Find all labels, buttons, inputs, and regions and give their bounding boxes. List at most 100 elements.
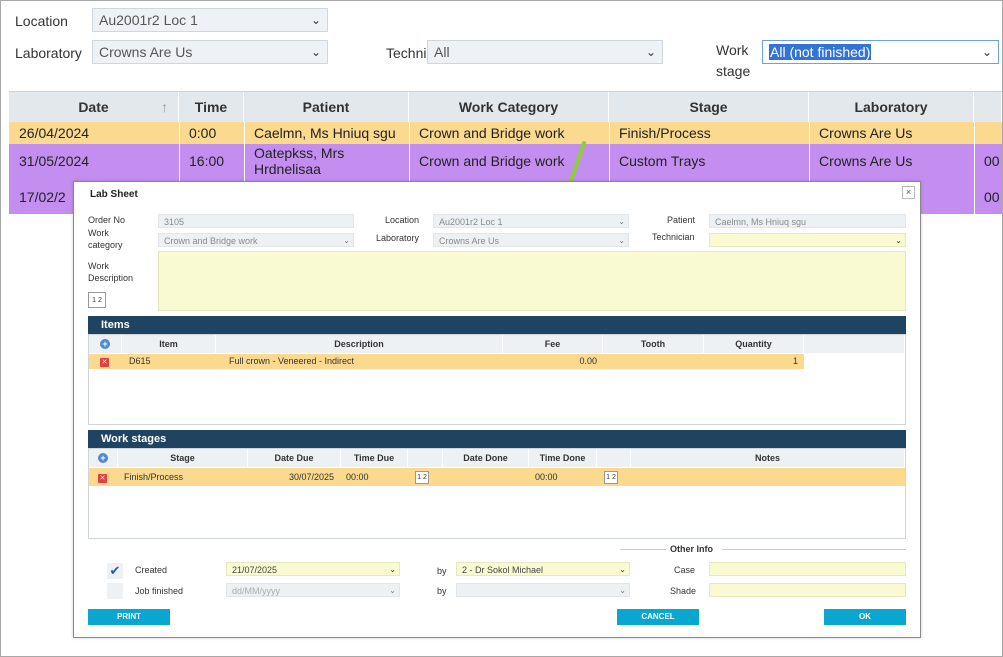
items-table: + Item Description Fee Tooth Quantity ✕ … bbox=[88, 334, 906, 425]
lab-sheet-dialog: Lab Sheet × Order No 3105 Work category … bbox=[73, 181, 921, 638]
calendar-icon[interactable]: 1 2 bbox=[604, 469, 618, 484]
work-description-label-2: Description bbox=[88, 273, 134, 283]
cell-extra: 00 bbox=[984, 189, 1000, 205]
work-category-label: Work bbox=[88, 228, 109, 238]
col-time-done: Time Done bbox=[529, 449, 597, 467]
col-item: Item bbox=[122, 335, 216, 353]
col-patient[interactable]: Patient bbox=[244, 92, 409, 122]
col-date-done: Date Done bbox=[443, 449, 529, 467]
table-row[interactable]: 26/04/2024 0:00 Caelmn, Ms Hniuq sgu Cro… bbox=[9, 122, 1002, 144]
cell-time: 0:00 bbox=[189, 125, 217, 141]
laboratory-select[interactable]: Crowns Are Us ⌄ bbox=[92, 40, 328, 64]
col-work-category[interactable]: Work Category bbox=[409, 92, 609, 122]
job-finished-checkbox[interactable] bbox=[107, 583, 123, 599]
work-description-label: Work bbox=[88, 261, 109, 271]
chevron-down-icon: ⌄ bbox=[310, 13, 321, 27]
col-extra[interactable] bbox=[974, 92, 1002, 122]
print-button[interactable]: PRINT bbox=[88, 609, 170, 625]
divider bbox=[620, 549, 666, 550]
calendar-icon[interactable]: 1 2 bbox=[415, 469, 429, 484]
technician-select[interactable]: ⌄ bbox=[709, 233, 906, 247]
col-stage: Stage bbox=[118, 449, 248, 467]
col-date[interactable]: Date ↑ bbox=[9, 92, 179, 122]
divider bbox=[722, 549, 906, 550]
chevron-down-icon: ⌄ bbox=[389, 586, 396, 595]
case-label: Case bbox=[674, 565, 696, 575]
created-checkbox[interactable]: ✔ bbox=[107, 563, 123, 579]
chevron-down-icon: ⌄ bbox=[981, 45, 992, 59]
add-item-col: + bbox=[89, 335, 122, 353]
location-label: Location bbox=[385, 215, 420, 225]
add-stage-col: + bbox=[89, 449, 118, 467]
col-time[interactable]: Time bbox=[179, 92, 244, 122]
case-input[interactable] bbox=[709, 562, 906, 576]
technician-select[interactable]: All ⌄ bbox=[427, 40, 663, 64]
cell-description: Full crown - Veneered - Indirect bbox=[229, 356, 355, 366]
laboratory-select[interactable]: Crowns Are Us ⌄ bbox=[433, 233, 629, 247]
col-description: Description bbox=[216, 335, 503, 353]
cell-date: 31/05/2024 bbox=[19, 153, 90, 169]
cell-date-due: 30/07/2025 bbox=[288, 472, 334, 482]
created-label: Created bbox=[135, 565, 168, 575]
work-stage-select[interactable]: All (not finished) ⌄ bbox=[762, 40, 999, 64]
col-tooth: Tooth bbox=[603, 335, 704, 353]
col-fee: Fee bbox=[503, 335, 603, 353]
laboratory-value: Crowns Are Us bbox=[99, 44, 193, 60]
col-time-due: Time Due bbox=[341, 449, 408, 467]
col-stage[interactable]: Stage bbox=[609, 92, 809, 122]
add-stage-icon[interactable]: + bbox=[98, 453, 108, 463]
work-category-label-2: category bbox=[88, 240, 123, 250]
col-cal-1 bbox=[408, 449, 443, 467]
chevron-down-icon: ⌄ bbox=[618, 217, 625, 226]
calendar-icon[interactable]: 1 2 bbox=[88, 292, 106, 308]
delete-stage-icon[interactable]: ✕ bbox=[98, 470, 107, 485]
work-stages-table: + Stage Date Due Time Due Date Done Time… bbox=[88, 448, 906, 539]
delete-item-icon[interactable]: ✕ bbox=[100, 354, 109, 369]
col-blank bbox=[804, 335, 905, 353]
created-by-select[interactable]: 2 - Dr Sokol Michael ⌄ bbox=[456, 562, 630, 576]
created-date-field[interactable]: 21/07/2025 ⌄ bbox=[226, 562, 400, 576]
shade-input[interactable] bbox=[709, 583, 906, 597]
location-select[interactable]: Au2001r2 Loc 1 ⌄ bbox=[433, 214, 629, 228]
patient-field[interactable]: Caelmn, Ms Hniuq sgu bbox=[709, 214, 906, 228]
shade-label: Shade bbox=[670, 586, 697, 596]
add-item-icon[interactable]: + bbox=[100, 339, 110, 349]
table-row[interactable]: 31/05/2024 16:00 Oatepkss, Mrs Hrdnelisaa… bbox=[9, 144, 1002, 180]
col-notes: Notes bbox=[631, 449, 905, 467]
cancel-button[interactable]: CANCEL bbox=[617, 609, 699, 625]
sort-up-icon[interactable]: ↑ bbox=[161, 92, 168, 122]
ok-button[interactable]: OK bbox=[824, 609, 906, 625]
table-row[interactable]: ✕ Finish/Process 30/07/2025 00:00 1 2 00… bbox=[89, 468, 905, 486]
col-divider bbox=[974, 122, 975, 214]
work-stage-value: All (not finished) bbox=[769, 44, 872, 60]
table-row[interactable]: ✕ D615 Full crown - Veneered - Indirect … bbox=[89, 354, 804, 369]
work-stages-section-header: Work stages bbox=[88, 430, 906, 448]
items-section-header: Items bbox=[88, 316, 906, 334]
job-by-select[interactable]: ⌄ bbox=[456, 583, 630, 597]
cell-extra: 00 bbox=[984, 153, 1000, 169]
cell-date: 26/04/2024 bbox=[19, 125, 90, 141]
close-icon[interactable]: × bbox=[902, 186, 915, 199]
job-finished-label: Job finished bbox=[135, 586, 184, 596]
cell-fee: 0.00 bbox=[579, 356, 597, 366]
technician-label: Technician bbox=[652, 232, 695, 242]
job-by-label: by bbox=[437, 586, 447, 596]
col-date-due: Date Due bbox=[248, 449, 341, 467]
chevron-down-icon: ⌄ bbox=[895, 236, 902, 245]
chevron-down-icon: ⌄ bbox=[618, 236, 625, 245]
job-finished-date-field[interactable]: dd/MM/yyyy ⌄ bbox=[226, 583, 400, 597]
cell-time-done: 00:00 bbox=[535, 472, 558, 482]
location-value: Au2001r2 Loc 1 bbox=[99, 12, 198, 28]
chevron-down-icon: ⌄ bbox=[645, 45, 656, 59]
work-category-select[interactable]: Crown and Bridge work ⌄ bbox=[158, 233, 354, 247]
location-select[interactable]: Au2001r2 Loc 1 ⌄ bbox=[92, 8, 328, 32]
created-by-label: by bbox=[437, 566, 447, 576]
work-description-input[interactable] bbox=[158, 251, 906, 311]
work-stage-label: Work bbox=[716, 42, 749, 58]
cell-lab: Crowns Are Us bbox=[819, 153, 913, 169]
col-laboratory[interactable]: Laboratory bbox=[809, 92, 974, 122]
location-label: Location bbox=[15, 13, 68, 29]
order-no-field[interactable]: 3105 bbox=[158, 214, 354, 228]
cell-item: D615 bbox=[129, 356, 151, 366]
cell-quantity: 1 bbox=[792, 356, 798, 366]
